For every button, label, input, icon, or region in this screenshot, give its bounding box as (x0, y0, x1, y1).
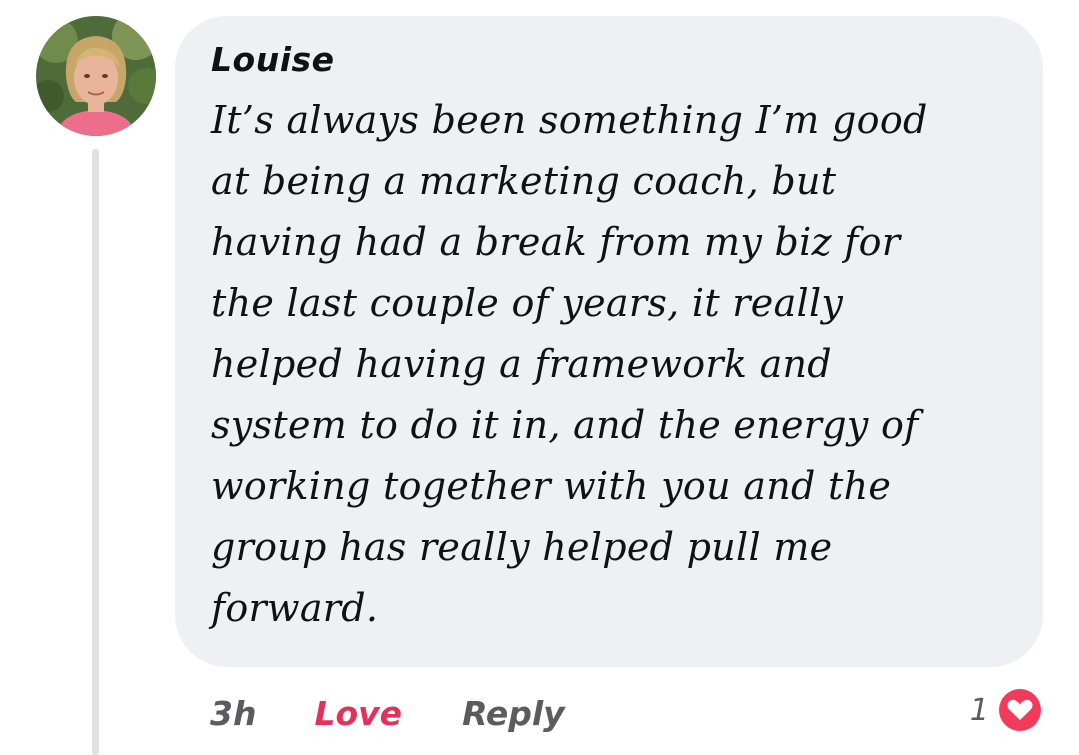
comment-author[interactable]: Louise (211, 40, 1013, 80)
comment-actions: 3h Love Reply (210, 688, 565, 738)
avatar[interactable] (36, 16, 156, 136)
avatar-photo (36, 16, 156, 136)
comment-text: It’s always been something I’m good at b… (211, 98, 928, 630)
love-button[interactable]: Love (314, 694, 402, 733)
comment-bubble: Louise It’s always been something I’m go… (175, 16, 1043, 667)
reaction-summary[interactable]: 1 (970, 684, 1045, 736)
reply-button[interactable]: Reply (462, 694, 565, 733)
heart-icon (996, 686, 1044, 734)
comment-timestamp[interactable]: 3h (210, 694, 256, 733)
thread-line (92, 149, 99, 755)
reaction-count: 1 (969, 692, 989, 728)
